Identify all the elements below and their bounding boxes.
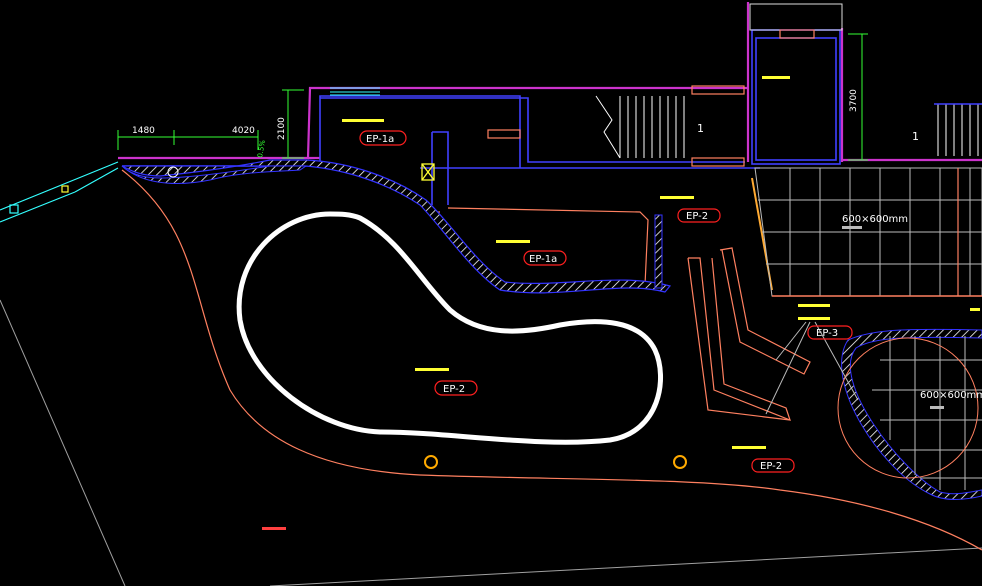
stair-mark-2: 1 (912, 130, 919, 143)
pool-outline (236, 211, 663, 445)
tile-grid-upper (754, 167, 982, 297)
hatched-curb-right (654, 214, 663, 289)
dim-1480: 1480 (132, 126, 155, 136)
interior-walls (122, 29, 841, 205)
dim-4020: 4020 (232, 126, 255, 136)
tag-ep2-pool: EP-2 (434, 380, 478, 396)
site-boundary-lines (0, 299, 982, 586)
dim-3700: 3700 (849, 89, 859, 112)
tile-label-upper: 600×600mm (842, 214, 908, 225)
tag-ep1a-top: EP-1a (359, 130, 407, 146)
tag-ep2-pool-text: EP-2 (443, 384, 465, 395)
dim-2100: 2100 (277, 117, 287, 140)
tile-grid-lower (872, 336, 982, 490)
tag-ep2-upper-text: EP-2 (686, 211, 708, 222)
tag-ep3-text: EP-3 (816, 328, 838, 339)
building-outline (118, 2, 982, 162)
tag-ep3: EP-3 (807, 325, 853, 340)
stair-treads-2 (934, 103, 982, 156)
planter-strips (687, 247, 811, 422)
entry-ramp (0, 161, 119, 223)
stair-treads-1 (595, 95, 685, 159)
top-annex-box (749, 3, 843, 31)
tag-ep2-lower: EP-2 (751, 458, 795, 473)
tag-ep2-upper: EP-2 (677, 208, 721, 223)
cad-drawing-canvas: 1 1 1480 4020 2100 3700 0.5% EP-1a EP-1a… (0, 2, 982, 586)
dim-slope: 0.5% (256, 139, 267, 158)
stair-mark-1: 1 (697, 122, 704, 135)
tag-ep1a-mid-text: EP-1a (529, 254, 557, 265)
tag-ep1a-mid: EP-1a (523, 250, 567, 266)
tag-ep2-lower-text: EP-2 (760, 461, 782, 472)
tile-label-lower: 600×600mm (920, 390, 982, 401)
light-fixtures (424, 455, 687, 469)
tag-ep1a-top-text: EP-1a (366, 134, 394, 145)
